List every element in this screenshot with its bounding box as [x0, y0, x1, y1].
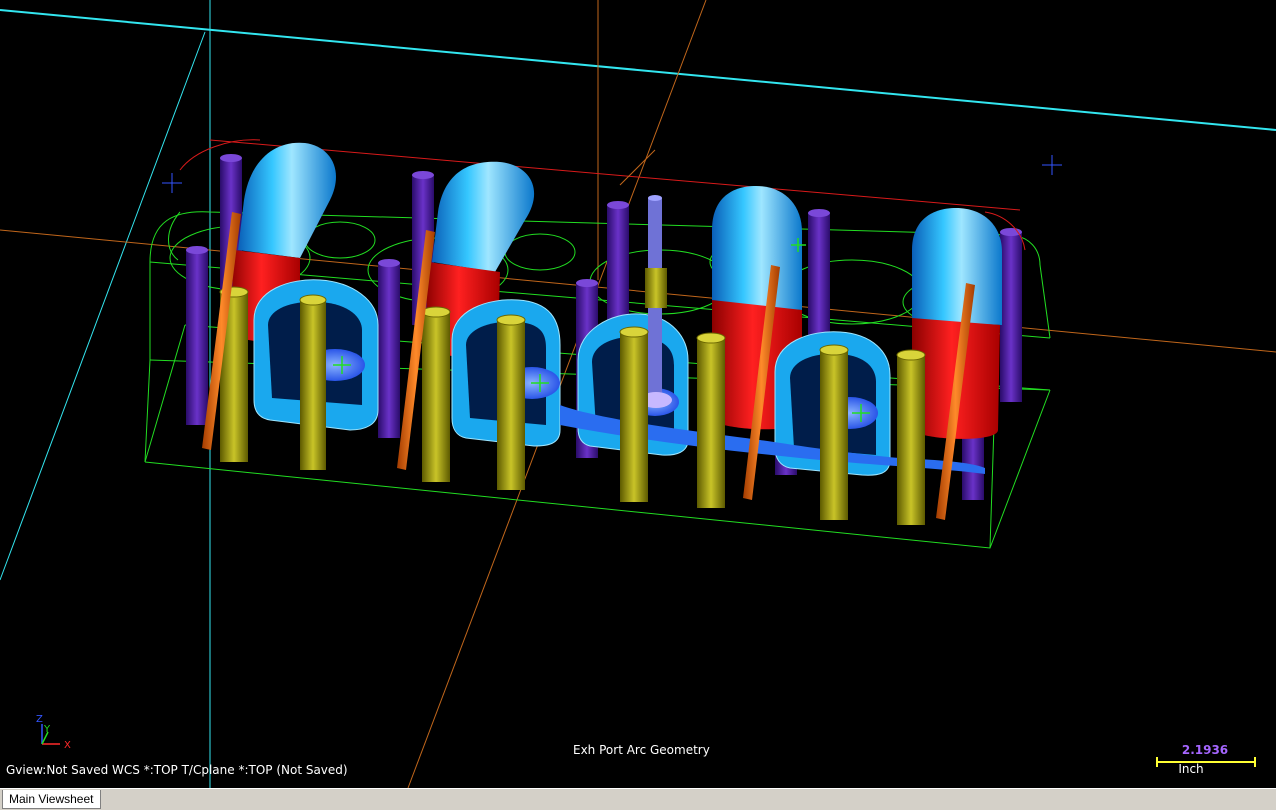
- scale-value: 2.1936: [1181, 743, 1229, 757]
- graphics-viewport[interactable]: Z Y X Exh Port Arc Geometry Gview:Not Sa…: [0, 0, 1276, 788]
- view-title: Exh Port Arc Geometry: [573, 743, 710, 757]
- tab-main-viewsheet[interactable]: Main Viewsheet: [2, 790, 101, 809]
- scale-unit: Inch: [1178, 762, 1204, 776]
- viewsheet-tabbar: Main Viewsheet: [0, 788, 1276, 810]
- scale-indicator: 2.1936 Inch: [1156, 743, 1256, 777]
- status-line: Gview:Not Saved WCS *:TOP T/Cplane *:TOP…: [6, 763, 348, 777]
- axis-x-label: X: [64, 740, 71, 751]
- axis-y-label: Y: [43, 724, 51, 735]
- cylinder-head-model[interactable]: [0, 0, 1276, 788]
- axis-z-label: Z: [36, 714, 43, 725]
- axis-tripod-icon: Z Y X: [34, 710, 78, 754]
